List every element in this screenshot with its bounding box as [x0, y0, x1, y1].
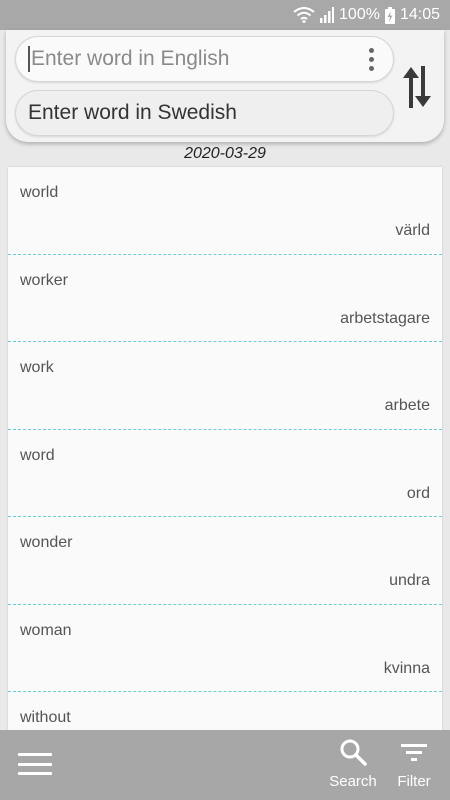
search-button[interactable]: Search: [328, 738, 378, 794]
english-word: without: [20, 709, 71, 726]
filter-icon: [400, 738, 428, 771]
english-word: work: [20, 359, 54, 376]
list-item[interactable]: world värld: [8, 167, 442, 255]
filter-button-label: Filter: [397, 773, 431, 790]
wifi-icon: [293, 7, 315, 23]
list-item[interactable]: worker arbetstagare: [8, 255, 442, 342]
english-word: word: [20, 446, 55, 464]
filter-button[interactable]: Filter: [392, 738, 436, 794]
swedish-word: undra: [389, 572, 430, 589]
status-icons: 100% 14:05: [293, 0, 440, 30]
swedish-word: kvinna: [383, 659, 430, 677]
clock: 14:05: [399, 6, 440, 23]
english-word: worker: [20, 271, 69, 289]
list-item[interactable]: word ord: [8, 430, 442, 517]
english-word: world: [20, 184, 59, 201]
swedish-word: värld: [395, 222, 430, 239]
bottom-navigation-bar: Search Filter: [0, 730, 450, 800]
search-icon: [339, 738, 367, 771]
swedish-word: arbete: [384, 397, 430, 414]
search-button-label: Search: [329, 773, 377, 790]
date-label: 2020-03-29: [184, 145, 266, 162]
english-input-placeholder: Enter word in English: [31, 47, 230, 70]
more-vert-icon[interactable]: [357, 44, 385, 74]
swedish-word-input[interactable]: Enter word in Swedish: [15, 90, 394, 136]
search-panel: Enter word in English Enter word in Swed…: [6, 30, 444, 142]
signal-icon: [320, 7, 335, 23]
swedish-input-text: Enter word in Swedish: [28, 101, 237, 124]
battery-percent: 100%: [339, 6, 380, 23]
status-bar: 100% 14:05: [0, 0, 450, 30]
swedish-word: arbetstagare: [340, 309, 430, 327]
english-word: woman: [20, 621, 72, 639]
english-word: wonder: [20, 534, 73, 551]
list-item[interactable]: without: [8, 692, 442, 730]
word-list[interactable]: world värld worker arbetstagare work arb…: [8, 167, 442, 730]
text-cursor: [28, 46, 30, 72]
english-word-input[interactable]: Enter word in English: [15, 36, 394, 82]
swap-vertical-icon[interactable]: [398, 62, 436, 112]
swedish-word: ord: [406, 484, 430, 502]
list-item[interactable]: woman kvinna: [8, 605, 442, 692]
list-item[interactable]: wonder undra: [8, 517, 442, 605]
list-item[interactable]: work arbete: [8, 342, 442, 430]
battery-charging-icon: [384, 6, 395, 24]
menu-icon[interactable]: [18, 749, 52, 779]
